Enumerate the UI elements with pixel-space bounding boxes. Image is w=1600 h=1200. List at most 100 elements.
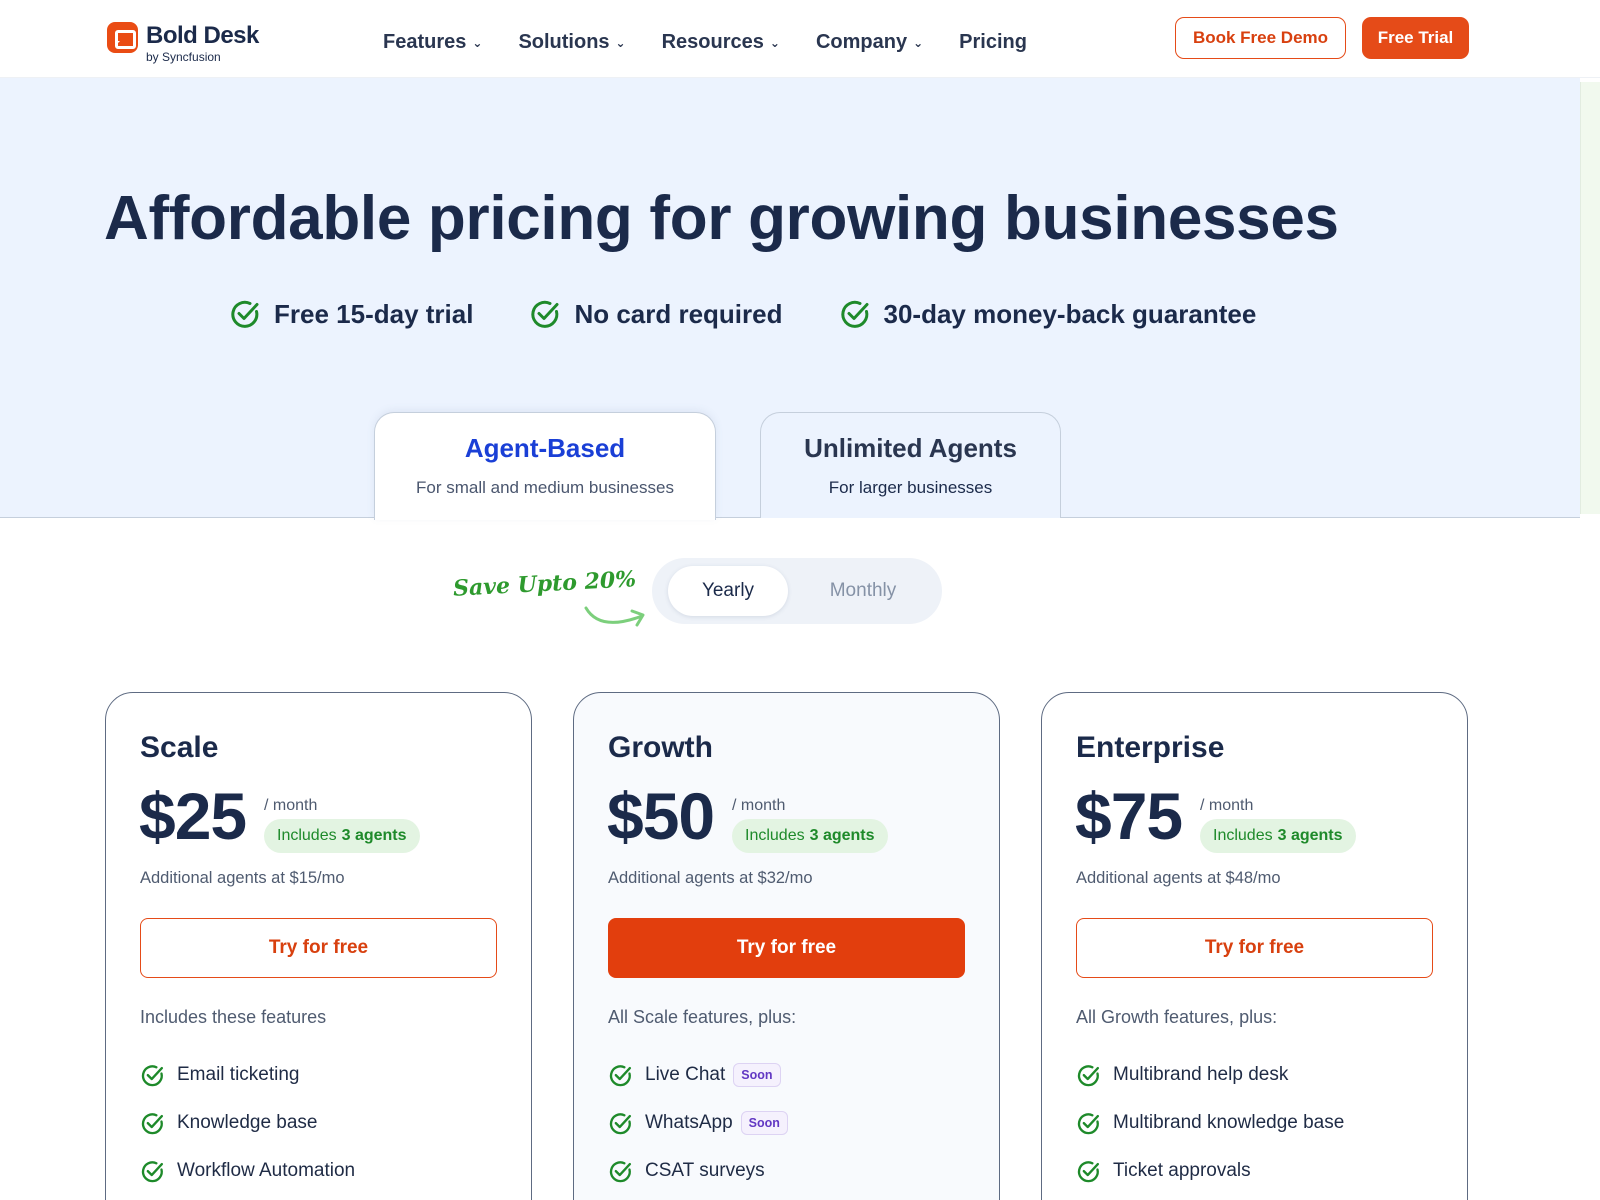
- features-intro: Includes these features: [140, 1007, 327, 1027]
- nav-item-solutions[interactable]: Solutions ⌄: [518, 28, 625, 56]
- main-nav: Features ⌄ Solutions ⌄ Resources ⌄ Compa…: [383, 28, 1027, 56]
- features-intro: All Growth features, plus:: [1076, 1007, 1278, 1027]
- tab-title: Agent-Based: [464, 433, 626, 463]
- feature-label: WhatsApp: [645, 1112, 733, 1133]
- chevron-down-icon: ⌄: [615, 36, 626, 50]
- nav-item-label: Pricing: [959, 30, 1027, 53]
- included-agents-badge: Includes 3 agents: [732, 819, 888, 853]
- try-for-free-button[interactable]: Try for free: [1076, 918, 1433, 978]
- additional-agents-note: Additional agents at $32/mo: [608, 869, 813, 887]
- check-circle-icon: [840, 300, 868, 328]
- feature-label: Multibrand help desk: [1113, 1064, 1289, 1085]
- billing-option-yearly[interactable]: Yearly: [668, 566, 788, 616]
- plan-price: $50: [607, 779, 715, 853]
- curved-arrow-icon: [584, 606, 645, 627]
- feature-item: Email ticketing: [140, 1062, 355, 1088]
- check-circle-icon: [531, 300, 559, 328]
- nav-item-pricing[interactable]: Pricing: [959, 28, 1027, 56]
- check-circle-icon: [231, 300, 259, 328]
- badge-prefix: Includes: [1213, 827, 1273, 844]
- badge-agents: 3 agents: [341, 827, 407, 844]
- plan-name: Growth: [608, 731, 713, 764]
- check-circle-icon: [1077, 1064, 1100, 1086]
- feature-label: Workflow Automation: [177, 1160, 356, 1181]
- try-for-free-button[interactable]: Try for free: [140, 918, 497, 978]
- additional-agents-note: Additional agents at $48/mo: [1076, 869, 1281, 887]
- badge-prefix: Includes: [745, 827, 805, 844]
- bolddesk-logo[interactable]: Bold Desk by Syncfusion: [107, 20, 277, 64]
- tab-title: Unlimited Agents: [804, 433, 1017, 463]
- billing-option-monthly[interactable]: Monthly: [798, 566, 928, 616]
- feature-item: WhatsApp Soon: [608, 1110, 788, 1136]
- benefit-text: Free 15-day trial: [274, 298, 474, 329]
- benefit-list: Free 15-day trial No card required 30-da…: [229, 294, 1256, 334]
- tab-unlimited-agents[interactable]: Unlimited Agents For larger businesses: [760, 412, 1061, 518]
- nav-item-label: Features: [383, 30, 467, 53]
- check-circle-icon: [609, 1160, 632, 1182]
- logo-wordmark: Bold Desk: [146, 22, 259, 49]
- feature-item: Live Chat Soon: [608, 1062, 788, 1088]
- additional-agents-note: Additional agents at $15/mo: [140, 869, 345, 887]
- included-agents-badge: Includes 3 agents: [264, 819, 420, 853]
- tab-subtitle: For small and medium businesses: [416, 478, 674, 497]
- plan-card-enterprise: Enterprise $75 / month Includes 3 agents…: [1041, 692, 1468, 1200]
- check-circle-icon: [141, 1112, 164, 1134]
- billing-toggle: Yearly Monthly: [652, 558, 942, 624]
- check-circle-icon: [141, 1064, 164, 1086]
- tab-subtitle: For larger businesses: [828, 478, 993, 497]
- nav-item-label: Solutions: [518, 30, 610, 53]
- page-title: Affordable pricing for growing businesse…: [104, 184, 1339, 253]
- feature-label: Live Chat: [645, 1064, 726, 1085]
- feature-item: CSAT surveys: [608, 1158, 788, 1184]
- benefit-item: Free 15-day trial: [229, 294, 473, 334]
- feature-label: Multibrand knowledge base: [1113, 1112, 1345, 1133]
- pricing-page: Bold Desk by Syncfusion Features ⌄ Solut…: [0, 0, 1600, 1200]
- badge-prefix: Includes: [277, 827, 337, 844]
- feature-item: Ticket approvals: [1076, 1158, 1344, 1184]
- price-period: / month: [264, 797, 318, 814]
- soon-badge: Soon: [733, 1063, 781, 1087]
- check-circle-icon: [609, 1112, 632, 1134]
- try-for-free-button[interactable]: Try for free: [608, 918, 965, 978]
- feature-item: Knowledge base: [140, 1110, 355, 1136]
- soon-badge: Soon: [740, 1111, 788, 1135]
- badge-agents: 3 agents: [809, 827, 875, 844]
- feature-label: Ticket approvals: [1113, 1160, 1251, 1181]
- nav-item-label: Resources: [661, 30, 764, 53]
- save-note: Save Upto 20%: [452, 566, 637, 602]
- side-panel-edge: [1580, 82, 1600, 514]
- check-circle-icon: [141, 1160, 164, 1182]
- badge-agents: 3 agents: [1277, 827, 1343, 844]
- feature-label: Email ticketing: [177, 1064, 300, 1085]
- plan-card-scale: Scale $25 / month Includes 3 agents Addi…: [105, 692, 532, 1200]
- feature-item: Workflow Automation: [140, 1158, 355, 1184]
- price-period: / month: [732, 797, 786, 814]
- feature-label: Knowledge base: [177, 1112, 318, 1133]
- logo-mark-icon: [107, 22, 138, 53]
- plan-price: $75: [1075, 779, 1183, 853]
- tab-agent-based[interactable]: Agent-Based For small and medium busines…: [374, 412, 716, 520]
- check-circle-icon: [609, 1064, 632, 1086]
- check-circle-icon: [1077, 1160, 1100, 1182]
- feature-item: Multibrand knowledge base: [1076, 1110, 1344, 1136]
- book-demo-button[interactable]: Book Free Demo: [1175, 17, 1346, 59]
- benefit-text: No card required: [574, 298, 783, 329]
- logo-byline: by Syncfusion: [146, 50, 221, 64]
- feature-list: Multibrand help desk Multibrand knowledg…: [1076, 1062, 1344, 1200]
- feature-list: Email ticketing Knowledge base Workflow …: [140, 1062, 355, 1200]
- feature-item: Multibrand help desk: [1076, 1062, 1344, 1088]
- plan-price: $25: [139, 779, 247, 853]
- included-agents-badge: Includes 3 agents: [1200, 819, 1356, 853]
- check-circle-icon: [1077, 1112, 1100, 1134]
- price-period: / month: [1200, 797, 1254, 814]
- nav-item-company[interactable]: Company ⌄: [816, 28, 923, 56]
- nav-item-resources[interactable]: Resources ⌄: [662, 28, 780, 56]
- site-header: Bold Desk by Syncfusion Features ⌄ Solut…: [0, 0, 1600, 78]
- features-intro: All Scale features, plus:: [608, 1007, 797, 1027]
- benefit-item: 30-day money-back guarantee: [839, 294, 1256, 334]
- benefit-item: No card required: [529, 294, 783, 334]
- free-trial-button[interactable]: Free Trial: [1362, 17, 1469, 59]
- nav-item-features[interactable]: Features ⌄: [383, 28, 482, 56]
- feature-label: CSAT surveys: [645, 1160, 765, 1181]
- plan-name: Enterprise: [1076, 731, 1225, 764]
